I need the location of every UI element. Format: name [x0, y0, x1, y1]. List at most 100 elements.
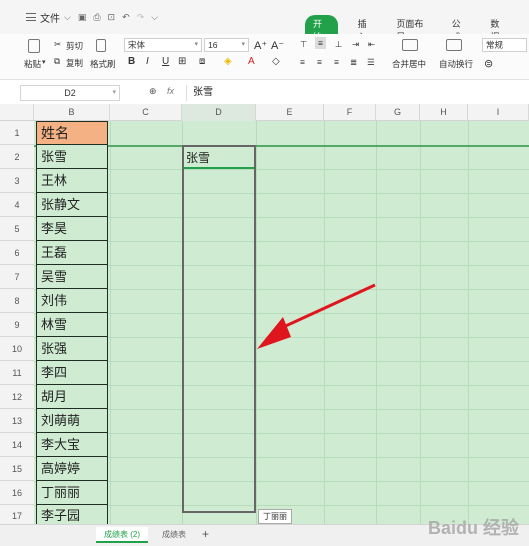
- cell-b7[interactable]: 吴雪: [36, 265, 108, 289]
- fill-style-icon[interactable]: ⧈: [199, 56, 205, 67]
- row-header-17[interactable]: 17: [0, 505, 34, 524]
- cell-b15[interactable]: 高婷婷: [36, 457, 108, 481]
- row-header-9[interactable]: 9: [0, 313, 34, 337]
- font-size-select[interactable]: 16 ▾: [204, 38, 249, 52]
- print-icon[interactable]: ⎙: [93, 12, 100, 23]
- sheet-tab-grades[interactable]: 成绩表: [154, 527, 194, 543]
- formula-input[interactable]: 张雪: [186, 85, 526, 101]
- row-header-12[interactable]: 12: [0, 385, 34, 409]
- format-painter-button[interactable]: 格式刷: [90, 58, 116, 70]
- fx-icon[interactable]: fx: [167, 86, 174, 96]
- cell-b12[interactable]: 胡月: [36, 385, 108, 409]
- paste-dropdown-icon[interactable]: ▾: [42, 58, 46, 66]
- save-icon[interactable]: ▣: [78, 12, 87, 23]
- align-bottom-icon[interactable]: ⊥: [335, 39, 342, 50]
- cell-b6[interactable]: 王磊: [36, 241, 108, 265]
- copy-button[interactable]: 复制: [66, 57, 83, 69]
- grid-row-line: [34, 193, 529, 194]
- row-header-15[interactable]: 15: [0, 457, 34, 481]
- bold-button[interactable]: B: [128, 56, 135, 67]
- file-menu[interactable]: 文件: [40, 10, 60, 25]
- column-header-e[interactable]: E: [256, 104, 324, 121]
- cell-b14[interactable]: 李大宝: [36, 433, 108, 457]
- align-middle-icon[interactable]: ≡: [315, 37, 326, 49]
- underline-button[interactable]: U: [162, 56, 169, 67]
- wrap-text-button[interactable]: 自动换行: [439, 58, 473, 70]
- cell-b17[interactable]: 李子园: [36, 505, 108, 524]
- row-header-10[interactable]: 10: [0, 337, 34, 361]
- fill-color-icon[interactable]: ◈: [224, 56, 232, 67]
- currency-icon[interactable]: ⊜: [484, 57, 493, 70]
- row-header-6[interactable]: 6: [0, 241, 34, 265]
- cut-icon[interactable]: ✂: [54, 39, 61, 50]
- dropdown-icon[interactable]: ⌵: [64, 12, 71, 23]
- column-header-b[interactable]: B: [34, 104, 110, 121]
- format-painter-icon[interactable]: [96, 39, 106, 52]
- decrease-font-icon[interactable]: A⁻: [271, 39, 284, 52]
- row-header-2[interactable]: 2: [0, 145, 34, 169]
- merge-icon[interactable]: [402, 39, 418, 51]
- row-header-14[interactable]: 14: [0, 433, 34, 457]
- paste-icon[interactable]: [28, 39, 40, 53]
- merge-center-button[interactable]: 合并居中: [392, 58, 426, 70]
- cell-b8[interactable]: 刘伟: [36, 289, 108, 313]
- cell-b13[interactable]: 刘萌萌: [36, 409, 108, 433]
- cell-b3[interactable]: 王林: [36, 169, 108, 193]
- print-preview-icon[interactable]: ⊡: [108, 12, 116, 23]
- italic-button[interactable]: I: [146, 56, 149, 67]
- menu-icon[interactable]: [26, 13, 36, 21]
- redo-icon[interactable]: ↷: [137, 12, 145, 23]
- align-right-icon[interactable]: ≡: [334, 57, 339, 67]
- zoom-icon[interactable]: ⊕: [149, 86, 157, 97]
- column-header-c[interactable]: C: [110, 104, 182, 121]
- distribute-icon[interactable]: ☰: [367, 57, 375, 68]
- add-sheet-icon[interactable]: +: [202, 527, 209, 541]
- cell-b11[interactable]: 李四: [36, 361, 108, 385]
- wrap-text-icon[interactable]: [446, 39, 462, 51]
- indent-icon[interactable]: ⇥: [352, 39, 359, 50]
- number-format-select[interactable]: 常规: [482, 38, 527, 52]
- customize-icon[interactable]: ⌵: [151, 12, 158, 23]
- row-header-1[interactable]: 1: [0, 121, 34, 145]
- column-header-f[interactable]: F: [324, 104, 376, 121]
- align-left-icon[interactable]: ≡: [300, 57, 305, 67]
- cell-b9[interactable]: 林雪: [36, 313, 108, 337]
- header-cell-name[interactable]: 姓名: [36, 121, 108, 145]
- row-header-7[interactable]: 7: [0, 265, 34, 289]
- selected-range[interactable]: [182, 145, 256, 513]
- name-box[interactable]: D2 ▾: [20, 85, 120, 101]
- cut-button[interactable]: 剪切: [66, 40, 83, 52]
- row-divider: [34, 145, 529, 147]
- justify-icon[interactable]: ≣: [350, 57, 357, 68]
- grid-column-line: [468, 121, 469, 524]
- row-header-5[interactable]: 5: [0, 217, 34, 241]
- row-header-11[interactable]: 11: [0, 361, 34, 385]
- select-all-corner[interactable]: [0, 104, 34, 121]
- clear-icon[interactable]: ◇: [272, 56, 280, 67]
- increase-font-icon[interactable]: A⁺: [254, 39, 267, 52]
- cell-b10[interactable]: 张强: [36, 337, 108, 361]
- column-header-d[interactable]: D: [182, 104, 256, 121]
- outdent-icon[interactable]: ⇤: [368, 39, 375, 50]
- row-header-16[interactable]: 16: [0, 481, 34, 505]
- row-header-3[interactable]: 3: [0, 169, 34, 193]
- align-center-icon[interactable]: ≡: [317, 57, 322, 67]
- font-color-icon[interactable]: A: [248, 56, 255, 67]
- cell-b5[interactable]: 李昊: [36, 217, 108, 241]
- undo-icon[interactable]: ↶: [122, 12, 130, 23]
- row-header-8[interactable]: 8: [0, 289, 34, 313]
- sheet-tab-grades-2[interactable]: 成绩表 (2): [96, 527, 148, 543]
- font-name-select[interactable]: 宋体 ▾: [124, 38, 202, 52]
- column-header-h[interactable]: H: [420, 104, 468, 121]
- column-header-i[interactable]: I: [468, 104, 529, 121]
- border-icon[interactable]: ⊞: [178, 56, 186, 67]
- paste-button[interactable]: 粘贴: [24, 58, 41, 70]
- align-top-icon[interactable]: ⊤: [300, 39, 307, 50]
- column-header-g[interactable]: G: [376, 104, 420, 121]
- copy-icon[interactable]: ⧉: [54, 56, 60, 67]
- cell-b2[interactable]: 张雪: [36, 145, 108, 169]
- cell-b16[interactable]: 丁丽丽: [36, 481, 108, 505]
- row-header-13[interactable]: 13: [0, 409, 34, 433]
- row-header-4[interactable]: 4: [0, 193, 34, 217]
- cell-b4[interactable]: 张静文: [36, 193, 108, 217]
